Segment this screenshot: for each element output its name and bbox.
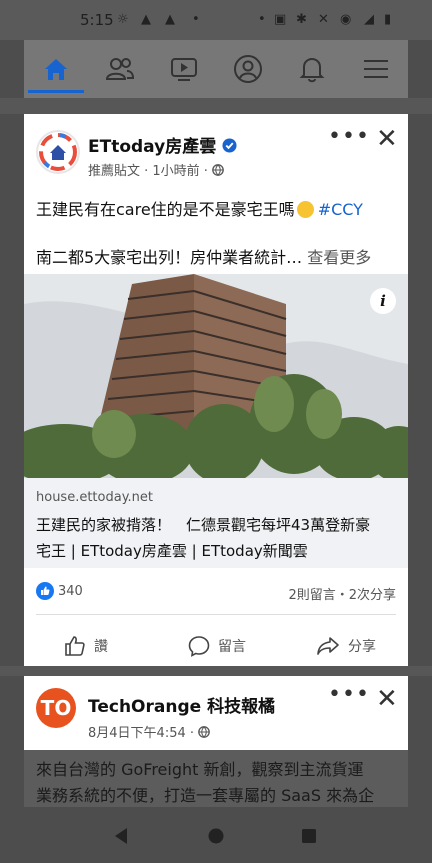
building-photo	[24, 274, 408, 478]
like-label: 讚	[94, 639, 108, 655]
see-more-link[interactable]: 查看更多	[307, 248, 371, 267]
close-icon-2[interactable]: ✕	[376, 686, 398, 712]
recents-icon[interactable]	[300, 827, 318, 845]
divider-2	[0, 666, 432, 676]
android-icon: ▲	[141, 12, 151, 27]
post-meta-2-text: 8月4日下午4:54 ·	[88, 726, 199, 741]
bluetooth-icon: ✱	[296, 12, 307, 27]
avatar-text: TO	[40, 696, 72, 720]
post-text-line1: 王建民有在care住的是不是豪宅王嗎 #CCY	[36, 196, 363, 220]
sync-icon: ☼	[117, 12, 129, 27]
reaction-count: 340	[58, 583, 83, 599]
tab-profile[interactable]	[216, 40, 280, 98]
menu-icon	[364, 60, 388, 78]
page-avatar[interactable]	[36, 130, 80, 174]
home-icon	[45, 59, 67, 80]
info-icon[interactable]: i	[370, 288, 396, 314]
page-name-2[interactable]: TechOrange 科技報橘	[88, 692, 275, 717]
post-card-2: TO TechOrange 科技報橘 8月4日下午4:54 · ••• ✕	[24, 676, 408, 750]
more-options-icon[interactable]: •••	[328, 124, 370, 149]
share-label: 分享	[348, 639, 376, 655]
post-2-text-line2: 業務系統的不便，打造一套專屬的 SaaS 來為企	[36, 786, 375, 805]
close-icon[interactable]: ✕	[376, 126, 398, 152]
post-text-line2-text: 南二都5大豪宅出列！房仲業者統計…	[36, 248, 303, 267]
video-icon	[171, 58, 197, 81]
reactions-summary[interactable]: 340	[36, 582, 83, 600]
bell-icon	[299, 57, 325, 83]
post-meta-2: 8月4日下午4:54 ·	[88, 722, 210, 741]
action-divider	[36, 614, 396, 615]
top-nav	[24, 40, 408, 98]
link-title-line1: 王建民的家被揹落！ 仁德景觀宅每坪43萬登新豪	[36, 516, 371, 534]
tab-watch[interactable]	[152, 40, 216, 98]
system-nav-bar	[0, 807, 432, 863]
link-title-line2: 宅王 | ETtoday房產雲 | ETtoday新聞雲	[36, 542, 308, 560]
back-icon[interactable]	[112, 827, 130, 845]
post-stats[interactable]: 2則留言・2次分享	[288, 584, 396, 603]
tab-friends[interactable]	[88, 40, 152, 98]
comment-label: 留言	[218, 639, 246, 655]
tab-notifications[interactable]	[280, 40, 344, 98]
status-time: 5:15	[80, 11, 114, 29]
like-reaction-icon	[36, 582, 54, 600]
globe-icon-2	[198, 726, 210, 738]
comment-button[interactable]: 留言	[188, 626, 246, 666]
dot-icon-2: •	[258, 12, 266, 27]
battery-icon: ▮	[384, 12, 392, 27]
android-icon-2: ▲	[165, 12, 175, 27]
divider	[0, 98, 432, 114]
post-2-text: 來自台灣的 GoFreight 新創，觀察到主流貨運 業務系統的不便，打造一套專…	[24, 750, 408, 807]
tab-home[interactable]	[24, 40, 88, 98]
post-card: ETtoday房產雲 推薦貼文 · 1小時前 · ••• ✕ 王建民有在care…	[24, 114, 408, 666]
post-photo[interactable]: i	[24, 274, 408, 478]
link-preview[interactable]: house.ettoday.net 王建民的家被揹落！ 仁德景觀宅每坪43萬登新…	[24, 478, 408, 568]
thumbs-up-icon	[65, 636, 85, 656]
share-icon	[317, 637, 339, 655]
profile-icon	[234, 55, 262, 83]
post-2-text-line1: 來自台灣的 GoFreight 新創，觀察到主流貨運	[36, 760, 364, 779]
post-text-line1-text: 王建民有在care住的是不是豪宅王嗎	[36, 200, 295, 219]
home-button-icon[interactable]	[207, 827, 225, 845]
more-options-icon-2[interactable]: •••	[328, 682, 370, 707]
globe-icon	[212, 164, 224, 176]
techorange-avatar[interactable]: TO	[36, 688, 76, 728]
share-button[interactable]: 分享	[316, 626, 376, 666]
wifi-icon: ◉	[340, 12, 352, 27]
post-text-line2: 南二都5大豪宅出列！房仲業者統計… 查看更多	[36, 244, 371, 268]
battery-saver-icon: ▣	[274, 12, 287, 27]
signal-icon: ◢	[364, 12, 374, 27]
mute-icon: ✕	[318, 12, 329, 27]
dot-icon: •	[192, 12, 200, 27]
comment-icon	[188, 636, 210, 657]
tab-menu[interactable]	[344, 40, 408, 98]
hashtag-link[interactable]: #CCY	[318, 200, 363, 219]
laughing-emoji-icon	[296, 201, 314, 218]
status-bar: 5:15 ☼ ▲ ▲ • • ▣ ✱ ✕ ◉ ◢ ▮	[0, 0, 432, 40]
like-button[interactable]: 讚	[64, 626, 108, 666]
page-name-text[interactable]: ETtoday房產雲	[88, 137, 216, 157]
link-domain: house.ettoday.net	[36, 490, 154, 505]
post-meta: 推薦貼文 · 1小時前 ·	[88, 160, 224, 179]
verified-icon	[222, 138, 237, 153]
page-name[interactable]: ETtoday房產雲	[88, 132, 237, 157]
house-logo-icon	[39, 133, 77, 171]
friends-icon	[105, 58, 135, 80]
post-meta-text: 推薦貼文 · 1小時前 ·	[88, 164, 213, 179]
action-bar: 讚 留言 分享	[24, 626, 408, 666]
